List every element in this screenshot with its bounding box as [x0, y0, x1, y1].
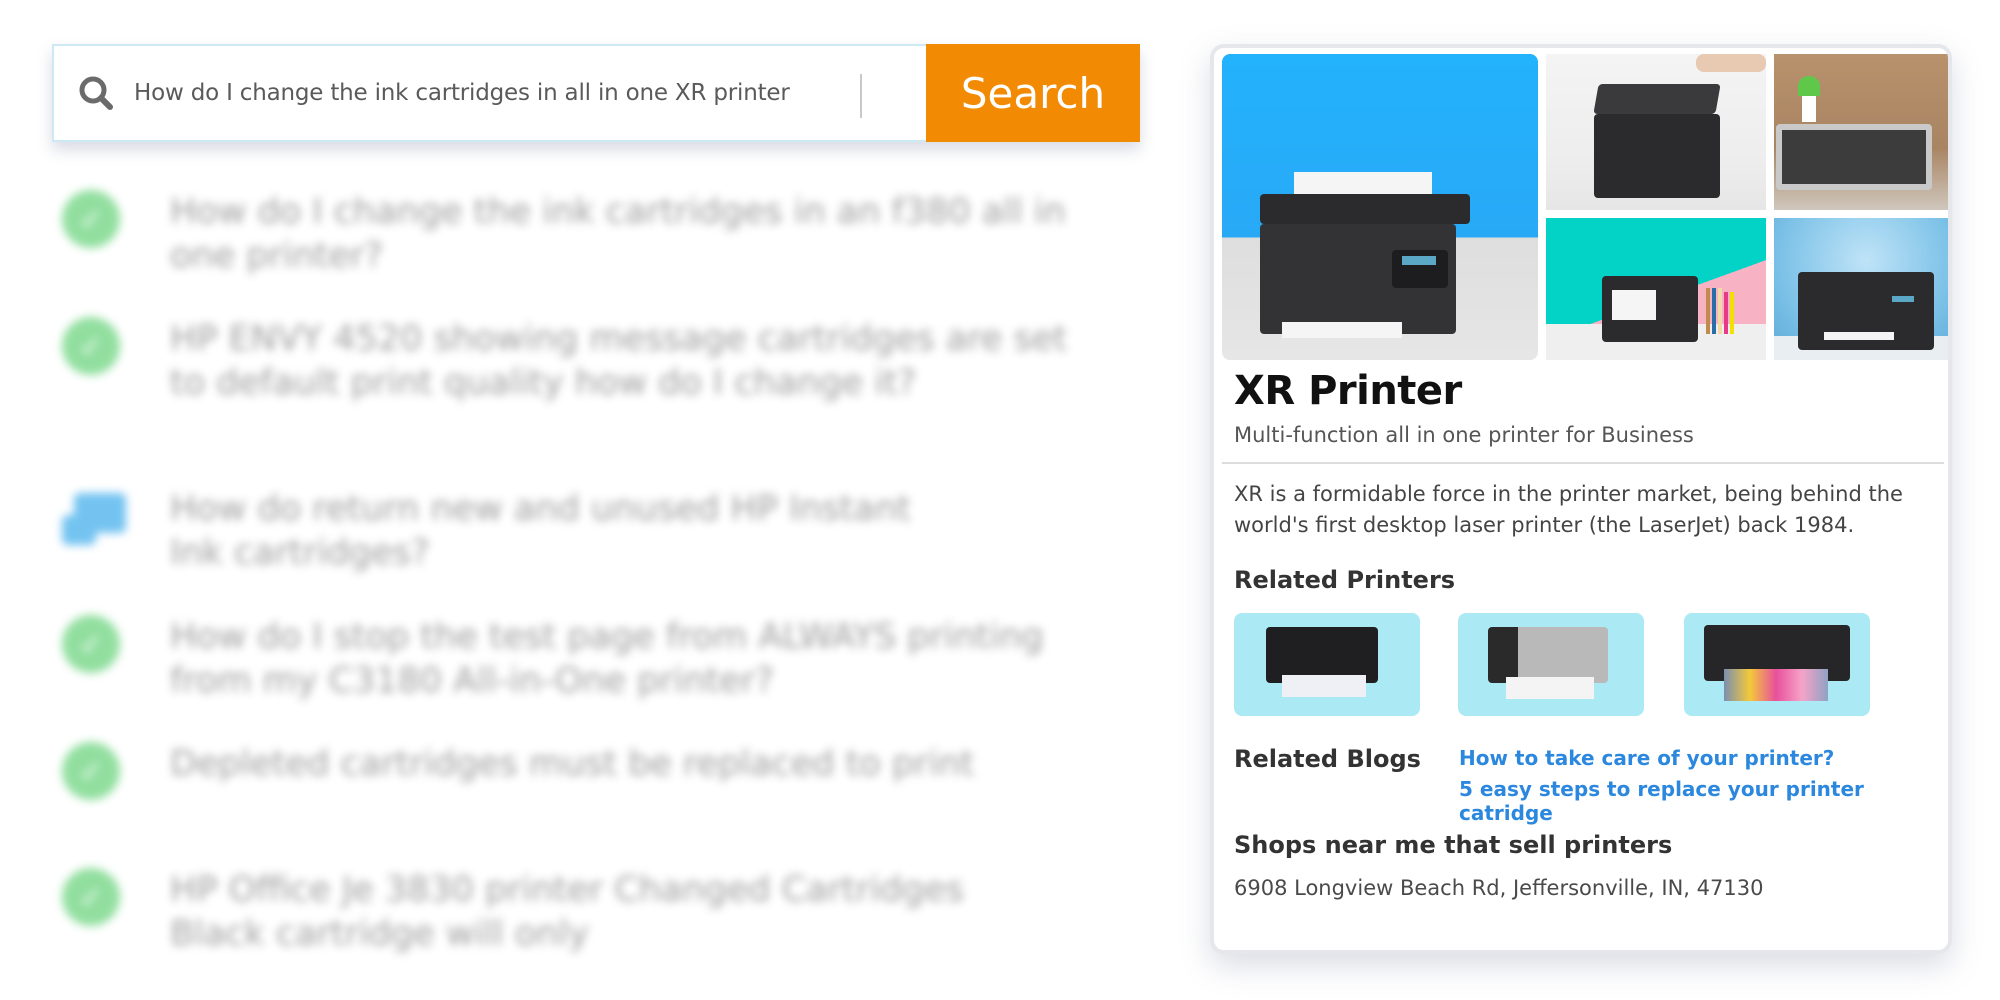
knowledge-card: XR Printer Multi-function all in one pri… [1210, 44, 1952, 954]
image-gallery [1222, 54, 1948, 360]
check-circle-icon: ✓ [62, 190, 120, 248]
product-description: XR is a formidable force in the printer … [1234, 482, 1903, 537]
blog-link[interactable]: How to take care of your printer? [1459, 746, 1834, 770]
blog-link[interactable]: 5 easy steps to replace your printer cat… [1459, 777, 1948, 825]
check-circle-icon: ✓ [62, 742, 120, 800]
check-circle-icon: ✓ [62, 317, 120, 375]
check-circle-icon: ✓ [62, 615, 120, 673]
suggestion-text: How do I stop the test page from ALWAYS … [170, 617, 1044, 701]
related-printers-heading: Related Printers [1234, 566, 1456, 594]
suggestion-text: How do return new and unused HP Instant … [170, 489, 911, 573]
suggestion-item[interactable]: ✓ HP ENVY 4520 showing message cartridge… [62, 317, 1122, 405]
suggestion-text: HP Office Je 3830 printer Changed Cartri… [170, 870, 964, 954]
search-icon [76, 73, 116, 113]
product-title: XR Printer [1234, 368, 1462, 414]
search-input[interactable] [134, 80, 854, 106]
printer-photo-desk-plant[interactable] [1774, 54, 1948, 210]
related-printer-black-laser[interactable] [1234, 613, 1420, 716]
suggestion-item[interactable]: ✓ How do I change the ink cartridges in … [62, 190, 1122, 278]
search-button[interactable]: Search [926, 44, 1140, 142]
divider [1222, 462, 1944, 464]
search-field[interactable] [54, 46, 926, 140]
shops-heading: Shops near me that sell printers [1234, 831, 1673, 859]
suggestion-text: Depleted cartridges must be replaced to … [170, 744, 975, 784]
suggestion-item[interactable]: ✓ HP Office Je 3830 printer Changed Cart… [62, 868, 1122, 956]
suggestion-item[interactable]: ✓ How do I stop the test page from ALWAY… [62, 615, 1122, 703]
shop-address[interactable]: 6908 Longview Beach Rd, Jeffersonville, … [1234, 876, 1763, 900]
related-blogs-heading: Related Blogs [1234, 745, 1421, 773]
suggestion-text: HP ENVY 4520 showing message cartridges … [170, 319, 1068, 403]
suggestion-text: How do I change the ink cartridges in an… [170, 192, 1066, 276]
check-circle-icon: ✓ [62, 868, 120, 926]
related-printer-silver-laser[interactable] [1458, 613, 1644, 716]
printer-photo-teal-pink[interactable] [1546, 218, 1766, 360]
suggestion-item[interactable]: ✓ Depleted cartridges must be replaced t… [62, 742, 1122, 800]
related-printer-inkjet-photo[interactable] [1684, 613, 1870, 716]
printer-photo-blue[interactable] [1774, 218, 1948, 360]
text-caret [860, 74, 862, 118]
suggestion-item[interactable]: How do return new and unused HP Instant … [62, 487, 1122, 575]
search-bar: Search [52, 44, 1140, 142]
chat-bubbles-icon [62, 487, 126, 545]
product-subtitle: Multi-function all in one printer for Bu… [1234, 423, 1694, 447]
printer-photo-main[interactable] [1222, 54, 1538, 360]
printer-photo-scanning[interactable] [1546, 54, 1766, 210]
